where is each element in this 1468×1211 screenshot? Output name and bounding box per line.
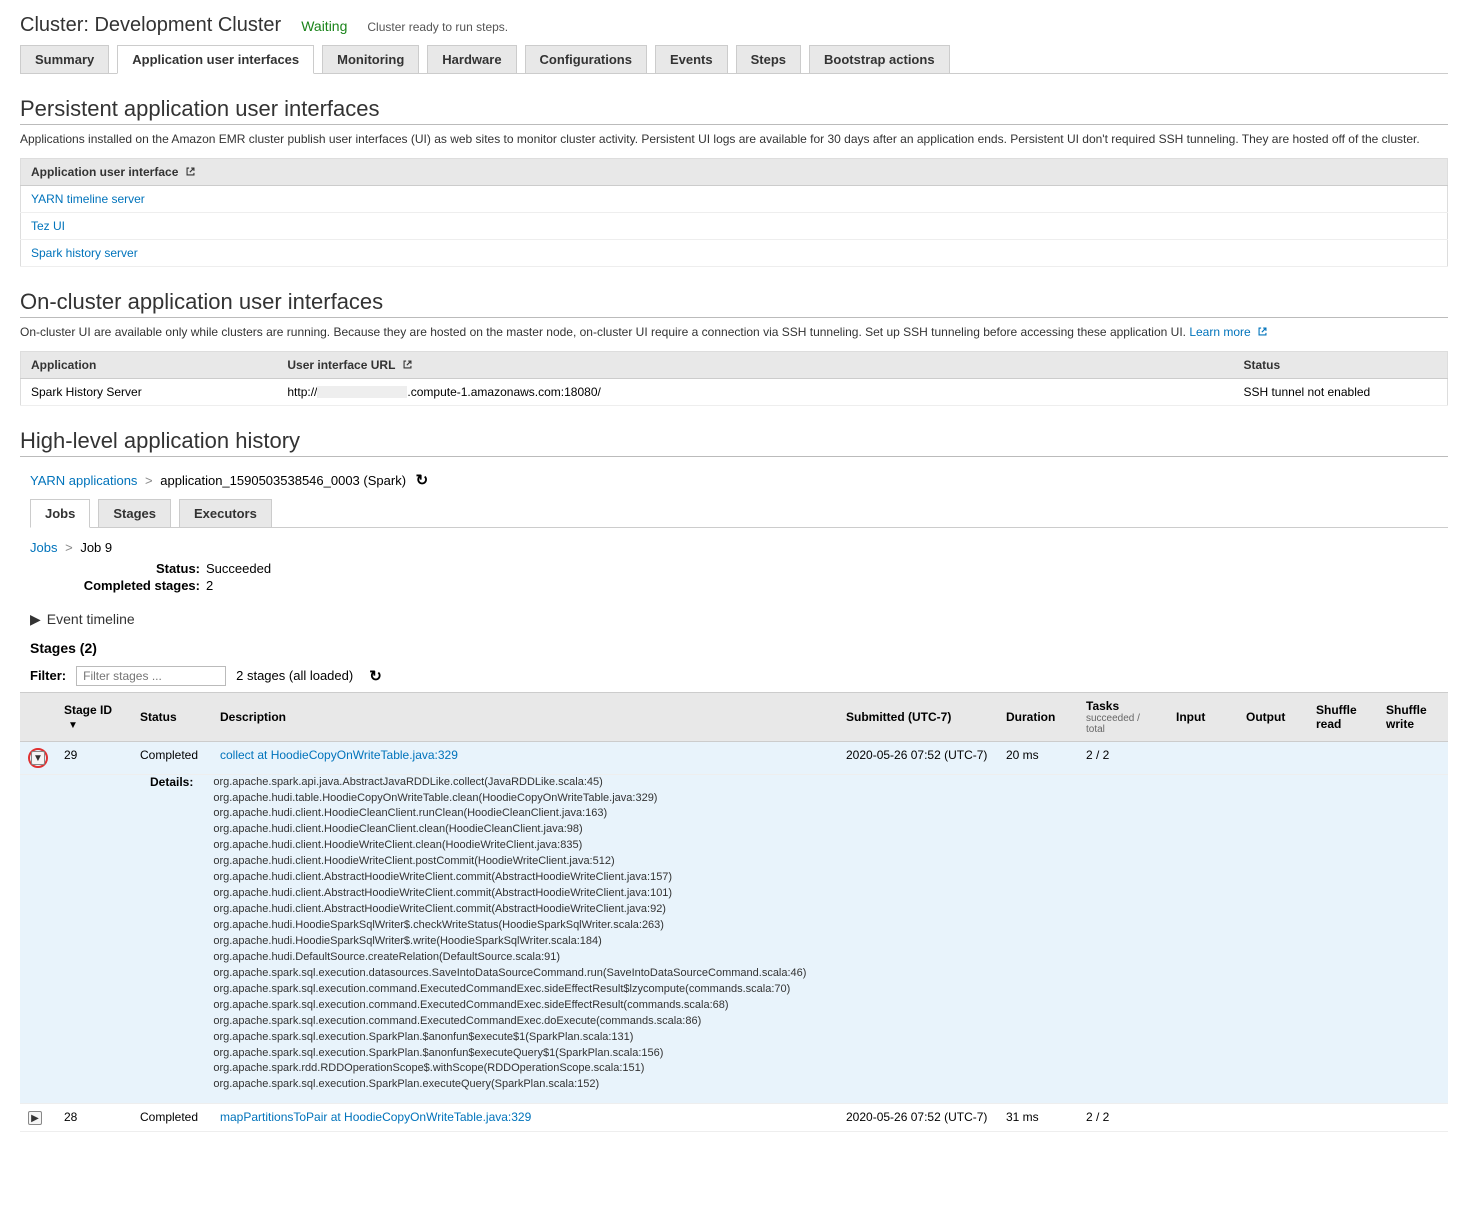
cell-stage-id: 28 xyxy=(56,1104,132,1132)
expand-button[interactable]: ▶ xyxy=(28,1111,42,1125)
history-title: High-level application history xyxy=(20,428,1448,457)
details-row: Details: org.apache.spark.api.java.Abstr… xyxy=(20,774,1448,1104)
job-detail: Jobs > Job 9 Status: Succeeded Completed… xyxy=(20,528,1448,603)
table-row: ▼ 29 Completed collect at HoodieCopyOnWr… xyxy=(20,741,1448,774)
tab-executors[interactable]: Executors xyxy=(179,499,272,527)
col-expand xyxy=(20,692,56,741)
col-input[interactable]: Input xyxy=(1168,692,1238,741)
oncluster-table: Application User interface URL Status Sp… xyxy=(20,351,1448,406)
external-link-icon xyxy=(185,166,196,177)
persistent-table: Application user interface YARN timeline… xyxy=(20,158,1448,267)
cell-duration: 20 ms xyxy=(998,741,1078,774)
kv-status: Status: Succeeded xyxy=(30,561,1438,576)
bc-jobs-link[interactable]: Jobs xyxy=(30,540,57,555)
tab-bootstrap-actions[interactable]: Bootstrap actions xyxy=(809,45,950,73)
cell-url: http://.compute-1.amazonaws.com:18080/ xyxy=(277,378,1233,405)
spark-history-link[interactable]: Spark history server xyxy=(31,246,138,260)
table-row: Tez UI xyxy=(21,212,1448,239)
cell-tasks: 2 / 2 xyxy=(1078,1104,1168,1132)
stage-desc-link[interactable]: mapPartitionsToPair at HoodieCopyOnWrite… xyxy=(220,1110,531,1124)
table-row: Spark History Server http://.compute-1.a… xyxy=(21,378,1448,405)
details-label: Details: xyxy=(150,775,210,789)
cell-app: Spark History Server xyxy=(21,378,278,405)
table-row: Spark history server xyxy=(21,239,1448,266)
tab-jobs[interactable]: Jobs xyxy=(30,499,90,528)
bc-application-id: application_1590503538546_0003 (Spark) xyxy=(160,473,406,488)
tab-summary[interactable]: Summary xyxy=(20,45,109,73)
history-tabs: Jobs Stages Executors xyxy=(30,499,1448,528)
breadcrumb-sep: > xyxy=(141,473,157,488)
bc-job-id: Job 9 xyxy=(80,540,112,555)
persistent-desc: Applications installed on the Amazon EMR… xyxy=(20,131,1448,148)
refresh-icon[interactable]: ↻ xyxy=(416,472,429,489)
col-shuffle-read[interactable]: Shuffle read xyxy=(1308,692,1378,741)
refresh-icon[interactable]: ↻ xyxy=(369,667,382,685)
col-status[interactable]: Status xyxy=(132,692,212,741)
col-shuffle-write[interactable]: Shuffle write xyxy=(1378,692,1448,741)
stage-details: Details: org.apache.spark.api.java.Abstr… xyxy=(20,775,1448,1104)
cell-tasks: 2 / 2 xyxy=(1078,741,1168,774)
sort-desc-icon: ▼ xyxy=(68,720,78,731)
cell-submitted: 2020-05-26 07:52 (UTC-7) xyxy=(838,741,998,774)
tab-hardware[interactable]: Hardware xyxy=(427,45,516,73)
stack-trace: org.apache.spark.api.java.AbstractJavaRD… xyxy=(213,775,806,1094)
filter-label: Filter: xyxy=(30,668,66,683)
tab-app-user-interfaces[interactable]: Application user interfaces xyxy=(117,45,314,74)
highlight-circle: ▼ xyxy=(28,748,48,768)
cell-stage-id: 29 xyxy=(56,741,132,774)
page-title: Cluster: Development Cluster xyxy=(20,14,281,37)
learn-more-link[interactable]: Learn more xyxy=(1189,325,1268,339)
col-output[interactable]: Output xyxy=(1238,692,1308,741)
col-submitted[interactable]: Submitted (UTC-7) xyxy=(838,692,998,741)
caret-right-icon: ▶ xyxy=(30,611,41,627)
oncluster-desc: On-cluster UI are available only while c… xyxy=(20,324,1448,341)
persistent-col-app-ui: Application user interface xyxy=(21,158,1448,185)
tab-configurations[interactable]: Configurations xyxy=(525,45,647,73)
col-application: Application xyxy=(21,351,278,378)
bc-yarn-applications[interactable]: YARN applications xyxy=(30,473,137,488)
col-description[interactable]: Description xyxy=(212,692,838,741)
cluster-status: Waiting xyxy=(301,18,347,34)
col-status: Status xyxy=(1233,351,1447,378)
stages-header: Stages (2) xyxy=(20,636,1448,660)
stages-table: Stage ID▼ Status Description Submitted (… xyxy=(20,692,1448,1133)
table-row: ▶ 28 Completed mapPartitionsToPair at Ho… xyxy=(20,1104,1448,1132)
col-tasks[interactable]: Tasks succeeded / total xyxy=(1078,692,1168,741)
cluster-header: Cluster: Development Cluster Waiting Clu… xyxy=(20,10,1448,45)
oncluster-title: On-cluster application user interfaces xyxy=(20,289,1448,318)
cell-submitted: 2020-05-26 07:52 (UTC-7) xyxy=(838,1104,998,1132)
col-stage-id[interactable]: Stage ID▼ xyxy=(56,692,132,741)
yarn-timeline-link[interactable]: YARN timeline server xyxy=(31,192,145,206)
collapse-button[interactable]: ▼ xyxy=(31,751,45,765)
cell-status: Completed xyxy=(132,1104,212,1132)
tab-steps[interactable]: Steps xyxy=(736,45,801,73)
cluster-status-msg: Cluster ready to run steps. xyxy=(367,20,508,34)
kv-completed-stages: Completed stages: 2 xyxy=(30,578,1438,593)
tez-ui-link[interactable]: Tez UI xyxy=(31,219,65,233)
inner-breadcrumb: Jobs > Job 9 xyxy=(30,536,1438,559)
col-url: User interface URL xyxy=(277,351,1233,378)
external-link-icon xyxy=(402,359,413,370)
table-row: YARN timeline server xyxy=(21,185,1448,212)
external-link-icon xyxy=(1257,326,1268,337)
tab-events[interactable]: Events xyxy=(655,45,728,73)
cell-status: Completed xyxy=(132,741,212,774)
tab-monitoring[interactable]: Monitoring xyxy=(322,45,419,73)
event-timeline-toggle[interactable]: ▶Event timeline xyxy=(20,603,1448,636)
tab-stages[interactable]: Stages xyxy=(98,499,171,527)
stage-desc-link[interactable]: collect at HoodieCopyOnWriteTable.java:3… xyxy=(220,748,458,762)
col-duration[interactable]: Duration xyxy=(998,692,1078,741)
filter-row: Filter: 2 stages (all loaded) ↻ xyxy=(20,660,1448,692)
redacted-host xyxy=(317,386,407,398)
persistent-title: Persistent application user interfaces xyxy=(20,96,1448,125)
cell-status: SSH tunnel not enabled xyxy=(1233,378,1447,405)
breadcrumb: YARN applications > application_15905035… xyxy=(20,461,1448,493)
breadcrumb-sep: > xyxy=(61,540,77,555)
main-tabs: Summary Application user interfaces Moni… xyxy=(20,45,1448,74)
cell-duration: 31 ms xyxy=(998,1104,1078,1132)
filter-input[interactable] xyxy=(76,666,226,686)
stages-count: 2 stages (all loaded) xyxy=(236,668,353,683)
